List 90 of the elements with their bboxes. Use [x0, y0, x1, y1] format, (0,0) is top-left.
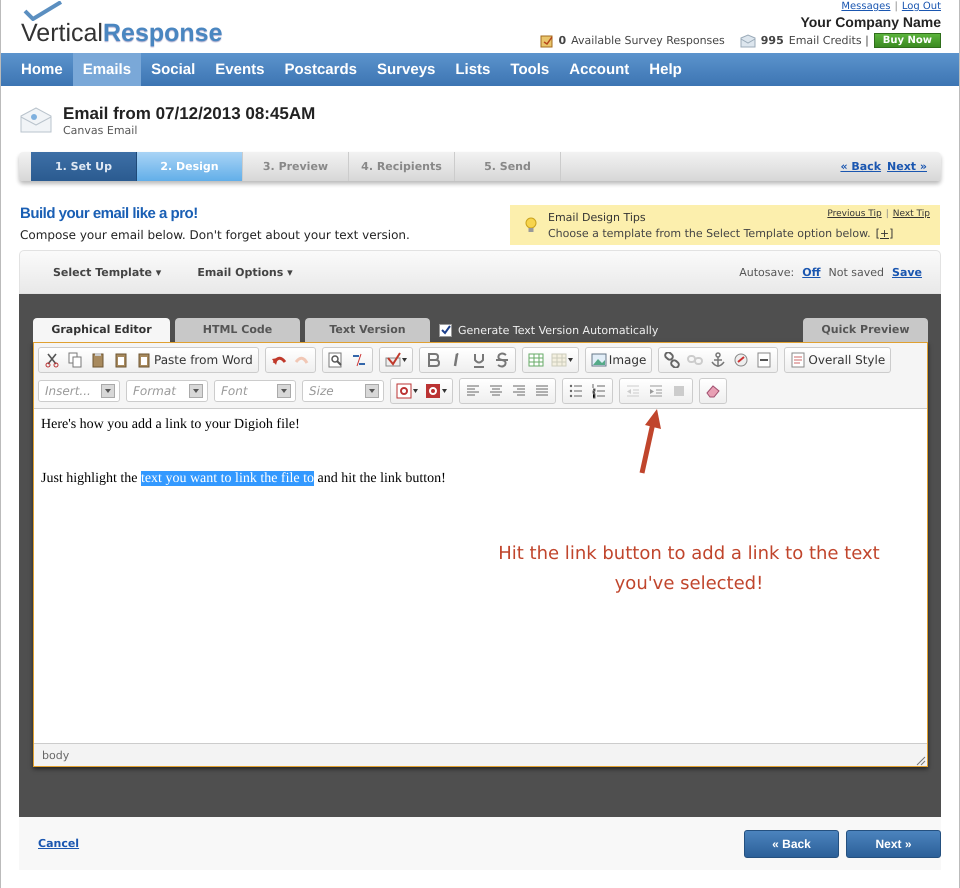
save-status: Not saved [828, 266, 884, 278]
cancel-link[interactable]: Cancel [38, 837, 80, 850]
nav-item[interactable]: Help [639, 53, 692, 86]
clipboard-icon [136, 352, 152, 368]
separator: | [886, 209, 889, 219]
editor-tab[interactable]: Text Version [305, 318, 430, 342]
editor-tab[interactable]: HTML Code [175, 318, 300, 342]
annotation-text: Hit the link button to add a link to the text you've selected! [497, 542, 881, 596]
save-link[interactable]: Save [892, 266, 922, 278]
body-text: Here's how you add a link to your Digioh file! [41, 417, 301, 433]
separator: | [894, 1, 898, 13]
nav-item[interactable]: Tools [500, 53, 560, 86]
eraser-icon[interactable] [705, 383, 721, 399]
editor-tab[interactable]: Graphical Editor [33, 318, 170, 342]
autosave-toggle[interactable]: Off [802, 266, 821, 278]
header-link[interactable]: Log Out [902, 1, 941, 13]
header-link[interactable]: Messages [841, 1, 890, 13]
tips-text: Choose a template from the Select Template option below. [548, 226, 871, 240]
credits-count: 995 [760, 34, 784, 47]
step-tab[interactable]: 4. Recipients [349, 152, 455, 181]
nav-button[interactable]: « Back [744, 830, 839, 858]
nav-button[interactable]: Next » [846, 830, 941, 858]
menu-button[interactable]: Select Template ▾ [53, 266, 162, 278]
copy-icon[interactable] [67, 352, 83, 368]
media-icon[interactable] [733, 352, 750, 368]
replace-icon[interactable] [350, 352, 367, 368]
checkbox[interactable] [439, 324, 452, 336]
nav-item[interactable]: Emails [72, 53, 142, 86]
clipboard-icon[interactable] [113, 352, 129, 368]
spellcheck-icon[interactable] [384, 352, 401, 368]
caret-icon[interactable] [413, 389, 418, 393]
clipboard-icon[interactable] [90, 352, 106, 368]
step-tab[interactable]: 3. Preview [243, 152, 349, 181]
body-text: Just highlight the text you want to link the file to and hit the link button! [41, 471, 447, 487]
survey-label: Available Survey Responses [571, 34, 725, 47]
numbered-list-icon[interactable] [591, 383, 607, 399]
step-link[interactable]: Next » [887, 160, 927, 173]
arrow-drawing [637, 409, 663, 475]
selected-text: text you want to link the file to [140, 471, 314, 486]
nav-item[interactable]: Surveys [367, 53, 446, 86]
logo[interactable]: VerticalResponse [19, 17, 222, 49]
caret-icon[interactable] [568, 358, 573, 362]
caret-icon[interactable] [402, 358, 407, 362]
editor-content[interactable]: Here's how you add a link to your Digioh file! Just highlight the text you want to link the file to and hit the link button! Hit the link button to add a link to the text you've selected! [34, 409, 927, 743]
format-dropdown[interactable]: Insert... [38, 380, 120, 402]
tip-link[interactable]: Next Tip [892, 209, 930, 219]
bulleted-list-icon[interactable] [568, 383, 584, 399]
toolbar-button[interactable]: Paste from Word [134, 352, 255, 368]
step-link[interactable]: « Back [840, 160, 882, 173]
indent-icon[interactable] [648, 383, 664, 399]
toolbar-button[interactable]: Overall Style [788, 352, 888, 368]
magnifier-icon[interactable] [328, 352, 344, 368]
email-title: Email from 07/12/2013 08:45AM [63, 104, 316, 124]
table-icon[interactable] [528, 352, 544, 368]
caret-icon[interactable] [442, 389, 447, 393]
step-tab[interactable]: 5. Send [455, 152, 561, 181]
nav-item[interactable]: Account [559, 53, 640, 86]
company-name: Your Company Name [800, 14, 941, 30]
element-path: body [42, 748, 70, 762]
intro-heading: Build your email like a pro! [20, 205, 199, 222]
toolbar-button[interactable]: Image [588, 352, 648, 368]
anchor-icon[interactable] [710, 352, 726, 368]
nav-item[interactable]: Lists [445, 53, 500, 86]
document-icon [790, 352, 806, 368]
chain-link-icon[interactable] [664, 352, 680, 368]
intro-text: Compose your email below. Don't forget about your text version. [20, 228, 410, 242]
quick-preview-tab[interactable]: Quick Preview [803, 318, 928, 342]
format-dropdown[interactable]: Format [126, 380, 208, 402]
nav-item[interactable]: Social [141, 53, 206, 86]
checkbox-label: Generate Text Version Automatically [458, 324, 658, 336]
autosave-label: Autosave: [739, 266, 794, 278]
expand-link[interactable]: [+] [876, 226, 894, 240]
buy-now-button[interactable]: Buy Now [874, 33, 941, 48]
nav-item[interactable]: Events [205, 53, 274, 86]
nav-item[interactable]: Home [11, 53, 73, 86]
credits-label: Email Credits | [788, 34, 869, 47]
nav-item[interactable]: Postcards [274, 53, 367, 86]
tip-link[interactable]: Previous Tip [827, 209, 882, 219]
picture-icon [590, 352, 607, 368]
format-dropdown[interactable]: Size [302, 380, 384, 402]
email-subtitle: Canvas Email [63, 124, 138, 136]
menu-button[interactable]: Email Options ▾ [197, 266, 293, 278]
survey-count: 0 [558, 34, 566, 47]
scissors-icon[interactable] [44, 352, 60, 368]
checkmark-icon [23, 1, 63, 21]
tips-title: Email Design Tips [548, 210, 646, 224]
resize-grip-icon[interactable] [916, 756, 926, 766]
format-dropdown[interactable]: Font [214, 380, 296, 402]
strikethrough-icon[interactable] [494, 352, 510, 368]
step-tab[interactable]: 1. Set Up [31, 152, 137, 181]
